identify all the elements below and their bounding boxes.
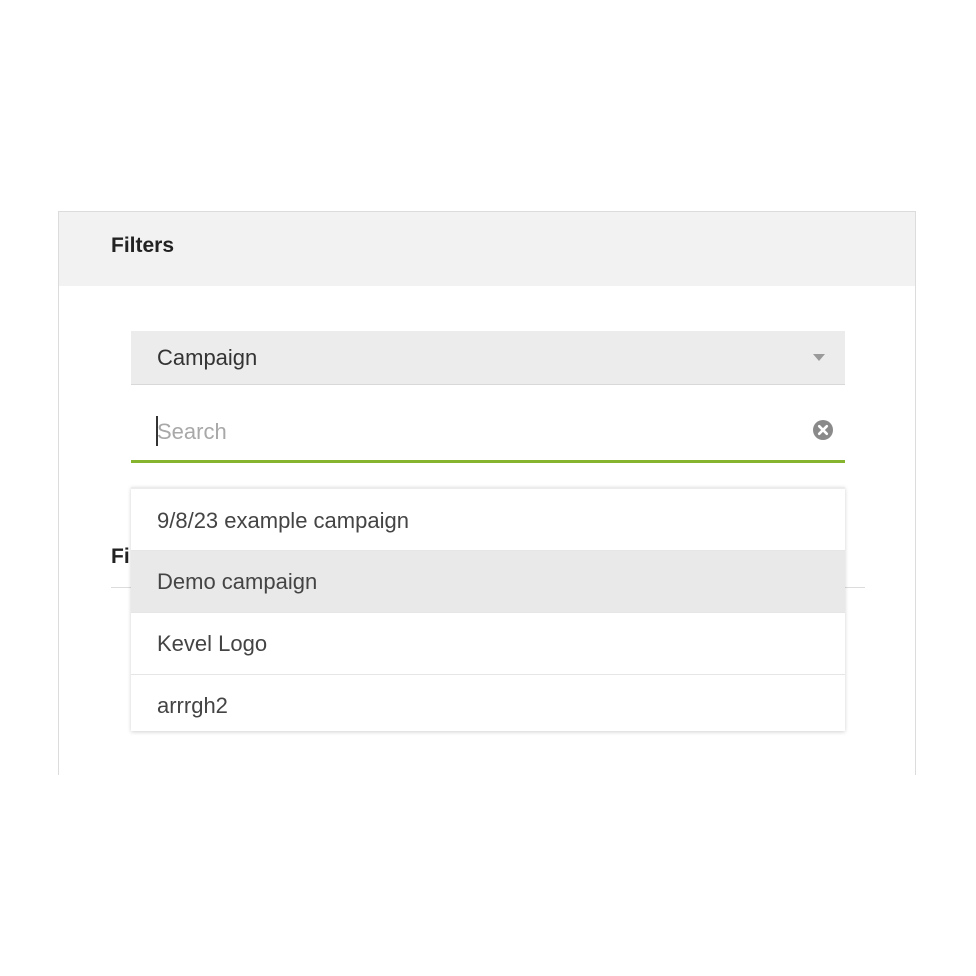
dropdown-item-0[interactable]: 9/8/23 example campaign: [131, 489, 845, 551]
dropdown-item-2[interactable]: Kevel Logo: [131, 613, 845, 675]
search-field-wrapper: [131, 402, 845, 463]
search-input[interactable]: [157, 414, 777, 450]
text-cursor: [156, 416, 158, 446]
section-label-partial: Fi: [111, 545, 130, 568]
dropdown-item-1[interactable]: Demo campaign: [131, 551, 845, 613]
campaign-dropdown-list: 9/8/23 example campaign Demo campaign Ke…: [131, 487, 845, 731]
panel-title: Filters: [111, 234, 175, 257]
dropdown-item-label: arrrgh2: [157, 693, 228, 718]
clear-circle-icon[interactable]: [812, 419, 834, 441]
dropdown-item-label: 9/8/23 example campaign: [157, 508, 409, 533]
select-value: Campaign: [157, 345, 258, 370]
chevron-down-icon: [813, 354, 825, 361]
panel-header: Filters: [59, 212, 915, 286]
dropdown-item-label: Demo campaign: [157, 569, 318, 594]
dropdown-item-label: Kevel Logo: [157, 631, 268, 656]
campaign-select[interactable]: Campaign: [131, 331, 845, 385]
dropdown-item-3[interactable]: arrrgh2: [131, 675, 845, 731]
